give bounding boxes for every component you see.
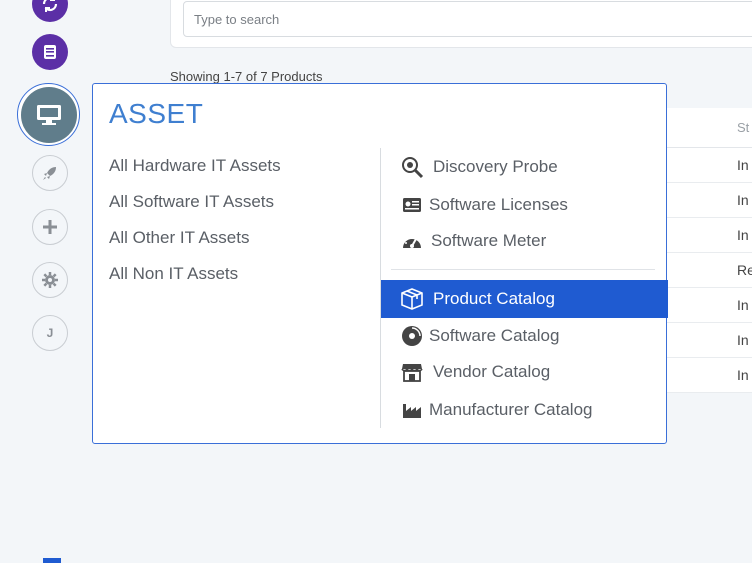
table-cell-status: In	[737, 157, 749, 173]
add-button[interactable]	[32, 209, 68, 245]
gauge-icon	[399, 228, 425, 254]
results-count: Showing 1-7 of 7 Products	[170, 69, 323, 84]
store-icon	[399, 359, 425, 385]
asset-rail-button[interactable]	[17, 83, 80, 146]
menu-item-software-catalog[interactable]: Software Catalog	[381, 317, 668, 355]
search-input[interactable]	[183, 1, 752, 37]
asset-list: All Hardware IT Assets All Software IT A…	[109, 154, 281, 298]
menu-title: ASSET	[109, 98, 204, 129]
book-button[interactable]	[32, 34, 68, 70]
factory-icon	[399, 397, 425, 423]
menu-item-software-assets[interactable]: All Software IT Assets	[109, 190, 281, 226]
section-divider	[391, 269, 655, 270]
settings-button[interactable]	[32, 262, 68, 298]
asset-menu-popover: ASSET All Hardware IT Assets All Softwar…	[92, 83, 668, 444]
menu-item-vendor-catalog[interactable]: Vendor Catalog	[381, 353, 668, 391]
gear-icon	[42, 272, 58, 288]
book-icon	[44, 45, 56, 59]
menu-item-software-meter[interactable]: Software Meter	[381, 222, 668, 260]
magnifier-icon	[399, 154, 425, 180]
table-cell-status: In	[737, 297, 749, 313]
table-cell-status: In	[737, 332, 749, 348]
table-cell-status: In	[737, 192, 749, 208]
menu-item-product-catalog[interactable]: Product Catalog	[381, 280, 668, 318]
user-initial: J	[46, 326, 54, 340]
search-card	[170, 0, 752, 48]
plus-icon	[43, 220, 57, 234]
asset-button-inner	[20, 86, 77, 143]
user-avatar-button[interactable]: J	[32, 315, 68, 351]
menu-item-hardware-assets[interactable]: All Hardware IT Assets	[109, 154, 281, 190]
box-icon	[399, 286, 425, 312]
rocket-icon	[43, 167, 56, 180]
table-cell-status: Re	[737, 262, 752, 278]
rocket-button[interactable]	[32, 155, 68, 191]
menu-item-software-licenses[interactable]: Software Licenses	[381, 186, 668, 224]
table-cell-status: In	[737, 367, 749, 383]
table-cell-status: In	[737, 227, 749, 243]
disc-icon	[399, 323, 425, 349]
monitor-icon	[36, 104, 61, 125]
sync-icon	[42, 0, 58, 12]
sync-button[interactable]	[32, 0, 68, 22]
menu-item-manufacturer-catalog[interactable]: Manufacturer Catalog	[381, 391, 668, 429]
menu-item-discovery-probe[interactable]: Discovery Probe	[381, 148, 668, 186]
rail-bottom-indicator	[43, 558, 61, 563]
menu-item-other-assets[interactable]: All Other IT Assets	[109, 226, 281, 262]
license-card-icon	[399, 192, 425, 218]
menu-item-non-it-assets[interactable]: All Non IT Assets	[109, 262, 281, 298]
